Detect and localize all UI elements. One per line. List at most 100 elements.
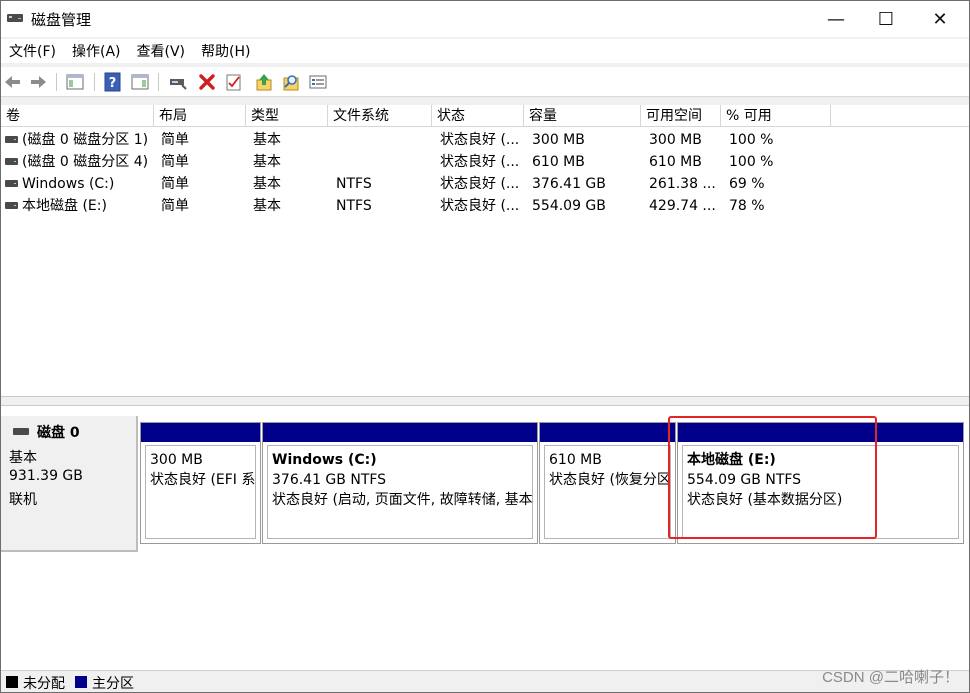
partition-bar	[141, 423, 260, 442]
cell-type: 基本	[253, 154, 281, 170]
menu-help[interactable]: 帮助(H)	[193, 41, 258, 61]
volume-list: 卷 布局 类型 文件系统 状态 容量 可用空间 % 可用 (磁盘 0 磁盘分区 …	[1, 105, 969, 397]
volume-icon	[5, 202, 18, 209]
check-icon[interactable]	[224, 72, 244, 92]
legend-swatch-primary	[75, 676, 87, 688]
partition-recovery[interactable]: 610 MB 状态良好 (恢复分区)	[539, 422, 676, 544]
partition-efi[interactable]: 300 MB 状态良好 (EFI 系	[140, 422, 261, 544]
column-header-layout[interactable]: 布局	[154, 105, 246, 127]
partition-status: 状态良好 (EFI 系	[150, 472, 256, 488]
delete-icon[interactable]	[197, 72, 217, 92]
toolbar-separator	[56, 73, 57, 91]
title-bar: 磁盘管理 — ☐ ✕	[1, 1, 969, 37]
cell-status: 状态良好 (...	[440, 132, 520, 148]
search-icon[interactable]	[281, 72, 301, 92]
disk-0-label[interactable]: 磁盘 0 基本 931.39 GB 联机	[1, 416, 138, 552]
table-row[interactable]: (磁盘 0 磁盘分区 4) 简单 基本 状态良好 (... 610 MB 610…	[1, 151, 969, 173]
connect-icon[interactable]	[168, 72, 188, 92]
column-header-empty	[831, 105, 969, 127]
cell-percent-free: 69 %	[729, 176, 765, 192]
partition-body: 本地磁盘 (E:) 554.09 GB NTFS 状态良好 (基本数据分区)	[682, 445, 959, 539]
volume-icon	[5, 158, 18, 165]
cell-free-space: 300 MB	[649, 132, 702, 148]
disk-size: 931.39 GB	[9, 468, 83, 484]
menu-action[interactable]: 操作(A)	[64, 41, 129, 61]
close-button[interactable]: ✕	[915, 1, 965, 37]
toolbar-separator	[158, 73, 159, 91]
cell-capacity: 554.09 GB	[532, 198, 606, 214]
disk-graphical-view: 磁盘 0 基本 931.39 GB 联机 300 MB 状态良好 (EFI 系 …	[1, 405, 969, 670]
cell-status: 状态良好 (...	[440, 154, 520, 170]
partition-windows-c[interactable]: Windows (C:) 376.41 GB NTFS 状态良好 (启动, 页面…	[262, 422, 538, 544]
column-header-capacity[interactable]: 容量	[524, 105, 641, 127]
menu-bar: 文件(F) 操作(A) 查看(V) 帮助(H)	[1, 39, 969, 63]
cell-free-space: 429.74 ...	[649, 198, 716, 214]
partition-size: 554.09 GB NTFS	[687, 472, 802, 488]
cell-free-space: 610 MB	[649, 154, 702, 170]
legend-label-primary: 主分区	[92, 676, 134, 692]
cell-volume: 本地磁盘 (E:)	[22, 198, 107, 214]
column-header-status[interactable]: 状态	[432, 105, 524, 127]
help-icon[interactable]: ?	[103, 72, 123, 92]
legend-swatch-unallocated	[6, 676, 18, 688]
disk-state: 联机	[9, 492, 37, 508]
legend-bar: 未分配 主分区 CSDN @二哈喇子！	[1, 669, 969, 692]
volume-list-header: 卷 布局 类型 文件系统 状态 容量 可用空间 % 可用	[1, 105, 969, 127]
back-arrow-icon[interactable]	[3, 72, 23, 92]
table-row[interactable]: Windows (C:) 简单 基本 NTFS 状态良好 (... 376.41…	[1, 173, 969, 195]
up-arrow-icon[interactable]	[254, 72, 274, 92]
minimize-button[interactable]: —	[811, 1, 861, 37]
list-icon[interactable]	[308, 72, 328, 92]
watermark: CSDN @二哈喇子！	[822, 669, 959, 686]
table-row[interactable]: 本地磁盘 (E:) 简单 基本 NTFS 状态良好 (... 554.09 GB…	[1, 195, 969, 217]
volume-icon	[5, 136, 18, 143]
column-header-type[interactable]: 类型	[246, 105, 328, 127]
forward-arrow-icon[interactable]	[28, 72, 48, 92]
cell-percent-free: 100 %	[729, 154, 774, 170]
partition-title: 本地磁盘 (E:)	[687, 452, 776, 468]
partition-bar	[678, 423, 963, 442]
disk-name: 磁盘 0	[37, 425, 80, 441]
cell-volume: (磁盘 0 磁盘分区 4)	[22, 154, 149, 170]
cell-type: 基本	[253, 132, 281, 148]
column-header-free-space[interactable]: 可用空间	[641, 105, 721, 127]
cell-type: 基本	[253, 176, 281, 192]
cell-type: 基本	[253, 198, 281, 214]
cell-status: 状态良好 (...	[440, 198, 520, 214]
column-header-filesystem[interactable]: 文件系统	[328, 105, 432, 127]
cell-filesystem: NTFS	[336, 198, 372, 214]
console-tree-icon[interactable]	[65, 72, 85, 92]
menu-file[interactable]: 文件(F)	[1, 41, 64, 61]
cell-layout: 简单	[161, 132, 189, 148]
properties-icon[interactable]	[130, 72, 150, 92]
partition-body: Windows (C:) 376.41 GB NTFS 状态良好 (启动, 页面…	[267, 445, 533, 539]
maximize-icon: ☐	[877, 8, 895, 30]
cell-layout: 简单	[161, 154, 189, 170]
cell-layout: 简单	[161, 176, 189, 192]
partition-size: 376.41 GB NTFS	[272, 472, 387, 488]
minimize-icon: —	[827, 8, 845, 30]
partition-body: 300 MB 状态良好 (EFI 系	[145, 445, 256, 539]
column-header-volume[interactable]: 卷	[1, 105, 154, 127]
cell-capacity: 376.41 GB	[532, 176, 606, 192]
toolbar: ?	[1, 67, 969, 97]
volume-icon	[5, 180, 18, 187]
partition-body: 610 MB 状态良好 (恢复分区)	[544, 445, 671, 539]
cell-capacity: 300 MB	[532, 132, 585, 148]
disk-type: 基本	[9, 450, 37, 466]
cell-percent-free: 100 %	[729, 132, 774, 148]
partition-size: 300 MB	[150, 452, 203, 468]
disk-management-app-icon	[7, 14, 23, 22]
partition-local-disk-e[interactable]: 本地磁盘 (E:) 554.09 GB NTFS 状态良好 (基本数据分区)	[677, 422, 964, 544]
menu-view[interactable]: 查看(V)	[129, 41, 194, 61]
svg-text:?: ?	[109, 76, 117, 91]
window-title: 磁盘管理	[31, 11, 92, 29]
disk-management-window: 磁盘管理 — ☐ ✕ 文件(F) 操作(A) 查看(V) 帮助(H) ? 卷 布…	[0, 0, 970, 693]
table-row[interactable]: (磁盘 0 磁盘分区 1) 简单 基本 状态良好 (... 300 MB 300…	[1, 129, 969, 151]
partition-status: 状态良好 (恢复分区)	[549, 472, 671, 488]
maximize-button[interactable]: ☐	[861, 1, 911, 37]
column-header-percent-free[interactable]: % 可用	[721, 105, 831, 127]
toolbar-separator	[94, 73, 95, 91]
partition-status: 状态良好 (启动, 页面文件, 故障转储, 基本	[272, 492, 533, 508]
cell-status: 状态良好 (...	[440, 176, 520, 192]
